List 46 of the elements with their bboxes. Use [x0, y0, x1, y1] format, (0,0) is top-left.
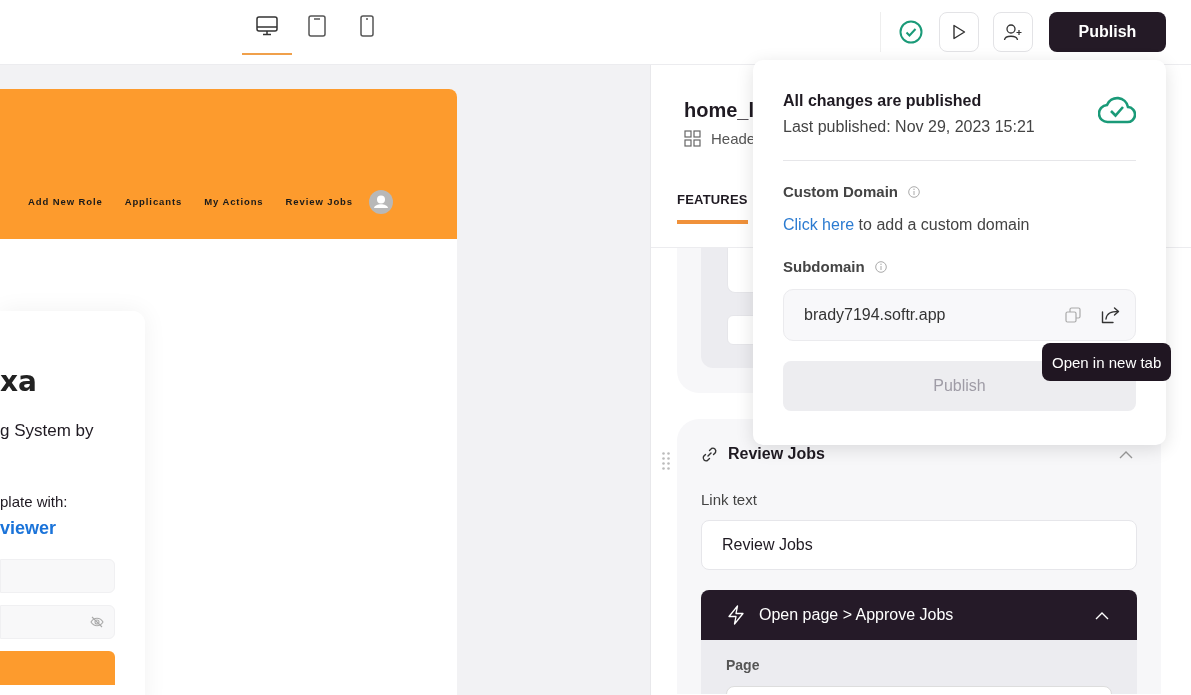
drag-handle-icon[interactable]	[662, 452, 670, 470]
avatar-icon[interactable]	[369, 190, 393, 214]
copy-icon[interactable]	[1065, 307, 1081, 323]
preview-button[interactable]	[939, 12, 979, 52]
check-circle-icon[interactable]	[899, 20, 923, 44]
tablet-icon	[308, 15, 326, 37]
share-icon[interactable]	[1101, 306, 1121, 324]
link-text-field[interactable]: Review Jobs	[701, 520, 1137, 570]
click-here-link[interactable]: Click here	[783, 216, 855, 233]
tooltip: Open in new tab	[1042, 343, 1172, 381]
lightning-icon	[727, 605, 745, 625]
nav-link[interactable]: Review Jobs	[285, 190, 353, 214]
body-text: plate with:	[0, 493, 68, 510]
field-label: Page	[726, 657, 760, 673]
password-field[interactable]	[0, 605, 115, 639]
field-label: Custom Domain	[783, 183, 898, 200]
grid-icon	[684, 130, 701, 147]
block-type-label: Heade	[711, 130, 756, 147]
logo-text: xa	[0, 367, 37, 397]
text-link[interactable]: viewer	[0, 518, 57, 539]
field-label: Subdomain	[783, 258, 865, 275]
nav-link[interactable]: My Actions	[204, 190, 264, 214]
heading-text: g System by	[0, 421, 94, 441]
nav-link[interactable]: Add New Role	[28, 190, 103, 214]
info-icon[interactable]	[874, 260, 887, 273]
custom-domain-hint: Click here to add a custom domain	[783, 216, 1031, 234]
cloud-check-icon	[1098, 96, 1136, 124]
subdomain-text: brady7194.softr.app	[804, 306, 946, 324]
mobile-icon	[360, 15, 374, 37]
nav-link[interactable]: Applicants	[124, 190, 183, 214]
publish-status: All changes are published	[783, 92, 983, 110]
panel-tab[interactable]: FEATURES	[677, 192, 748, 224]
link-icon	[701, 445, 718, 463]
field-label: Link text	[701, 491, 758, 508]
publish-button[interactable]: Publish	[1049, 12, 1166, 52]
invite-button[interactable]	[993, 12, 1033, 52]
play-icon	[952, 24, 966, 40]
eye-slash-icon[interactable]	[90, 616, 104, 628]
info-icon[interactable]	[908, 185, 920, 198]
desktop-icon	[256, 16, 278, 36]
action-header[interactable]: Open page > Approve Jobs	[701, 590, 1137, 640]
action-label: Open page > Approve Jobs	[759, 606, 954, 624]
page-title: home_l	[684, 99, 755, 122]
add-user-icon	[1003, 23, 1023, 41]
section-title: Review Jobs	[728, 445, 825, 463]
last-published-text: Last published: Nov 29, 2023 15:21	[783, 118, 1035, 136]
